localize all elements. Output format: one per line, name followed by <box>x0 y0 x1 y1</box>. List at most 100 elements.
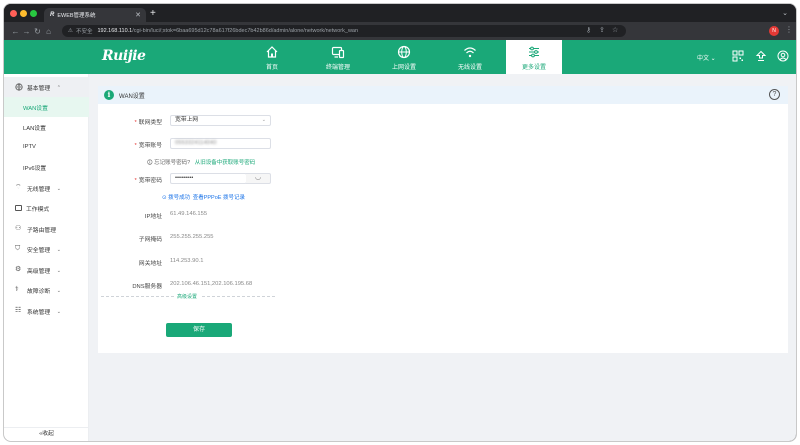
mask-value: 255.255.255.255 <box>170 234 214 240</box>
bookmark-star-icon[interactable]: ☆ <box>612 26 618 34</box>
chevron-down-icon: ⌄ <box>56 186 61 192</box>
sidebar-group-security[interactable]: ⛉ 安全管理 ⌄ <box>4 239 89 259</box>
profile-avatar[interactable]: N <box>769 26 779 36</box>
sidebar-item-label: IPv6设置 <box>23 165 47 172</box>
dial-status-text: 拨号成功 <box>168 195 191 201</box>
ip-value: 61.49.146.155 <box>170 211 208 217</box>
sidebar: 基本管理 ⌃ WAN设置 LAN设置 IPTV IPv6设置 ⌔ 无线管理 ⌄ … <box>4 74 89 441</box>
password-value: ••••••••• <box>175 175 194 181</box>
advanced-divider-left <box>101 296 179 297</box>
advanced-icon: ⚙ <box>15 266 22 273</box>
forward-icon[interactable]: → <box>21 27 32 36</box>
account-label: * 宽带账号 <box>98 140 162 149</box>
sub-router-icon: ⚇ <box>15 225 22 232</box>
shield-icon: ⛉ <box>15 245 21 252</box>
required-mark: * <box>134 178 137 184</box>
sidebar-group-label: 无线管理 <box>27 186 51 193</box>
password-label: * 宽带密码 <box>98 175 162 184</box>
sidebar-group-label: 高级管理 <box>27 268 51 275</box>
warning-icon: ⚠ <box>68 28 73 34</box>
upgrade-icon[interactable] <box>755 50 767 62</box>
nav-home-label: 首页 <box>265 65 278 71</box>
devices-icon <box>331 46 345 59</box>
qr-code-icon[interactable] <box>732 50 744 62</box>
conn-type-value: 宽带上网 <box>175 117 199 123</box>
sidebar-group-label: 工作模式 <box>26 206 50 213</box>
nav-more-settings[interactable]: 更多设置 <box>506 40 562 74</box>
nav-internet[interactable]: 上网设置 <box>376 40 432 74</box>
toggle-password-eye-icon[interactable]: ◡ <box>246 173 271 184</box>
system-icon: ☷ <box>15 307 22 314</box>
sidebar-group-work-mode[interactable]: 工作模式 <box>4 198 89 218</box>
forgot-hint: 🛈 忘记账号密码? 从旧设备中获取账号密码 <box>147 158 255 168</box>
tab-title: EWEB管理系统 <box>57 13 96 19</box>
insecure-label: 不安全 <box>75 29 93 35</box>
dns-value: 202.106.46.151,202.106.195.68 <box>170 281 253 287</box>
account-input[interactable]: 0553324114040 <box>170 138 271 149</box>
sidebar-group-sub-router[interactable]: ⚇ 子路由管理 <box>4 219 89 239</box>
url-host: 192.168.110.1 <box>97 28 133 34</box>
mode-icon <box>15 205 22 211</box>
sidebar-group-label: 基本管理 <box>27 85 51 92</box>
sidebar-item-lan[interactable]: LAN设置 <box>4 117 89 137</box>
ruijie-favicon-icon: R <box>50 12 55 18</box>
advanced-settings-toggle[interactable]: 高级设置 <box>174 293 201 300</box>
password-input[interactable]: ••••••••• <box>170 173 247 184</box>
sidebar-group-wireless[interactable]: ⌔ 无线管理 ⌄ <box>4 178 89 198</box>
maximize-window-button[interactable] <box>30 10 37 17</box>
required-mark: * <box>134 120 137 126</box>
reload-icon[interactable]: ↻ <box>32 27 43 36</box>
get-credentials-link[interactable]: 从旧设备中获取账号密码 <box>195 160 256 166</box>
sidebar-item-label: LAN设置 <box>23 125 46 132</box>
password-label-text: 宽带密码 <box>138 178 162 184</box>
forgot-text: 忘记账号密码? <box>154 160 191 166</box>
collapse-sidebar-button[interactable]: «收起 <box>4 427 89 441</box>
browser-menu-icon[interactable]: ⋮ <box>785 25 793 34</box>
nav-home[interactable]: 首页 <box>244 40 300 74</box>
sidebar-group-basic[interactable]: 基本管理 ⌃ <box>4 77 89 97</box>
nav-devices[interactable]: 终端管理 <box>310 40 366 74</box>
sidebar-item-ipv6[interactable]: IPv6设置 <box>4 157 89 177</box>
back-icon[interactable]: ← <box>10 27 21 36</box>
help-icon[interactable]: ? <box>769 89 780 100</box>
sidebar-item-label: WAN设置 <box>23 105 48 112</box>
sidebar-item-wan[interactable]: WAN设置 <box>4 97 89 117</box>
url-path: /cgi-bin/luci/;stok=6baa695d12c78a617f26… <box>132 28 359 34</box>
key-icon[interactable]: ⚷ <box>586 26 591 34</box>
sidebar-group-system[interactable]: ☷ 系统管理 ⌄ <box>4 301 89 321</box>
info-small-icon: 🛈 <box>147 160 153 166</box>
new-tab-button[interactable]: + <box>150 9 156 19</box>
address-bar[interactable]: ⚠ 不安全 192.168.110.1 /cgi-bin/luci/;stok=… <box>62 25 626 37</box>
sidebar-item-iptv[interactable]: IPTV <box>4 137 89 157</box>
tab-search-icon[interactable]: ⌄ <box>782 9 788 17</box>
sidebar-group-diagnose[interactable]: ⚕ 故障诊断 ⌄ <box>4 280 89 300</box>
chevron-down-icon: ⌄ <box>56 288 61 294</box>
conn-type-select[interactable]: 宽带上网 ⌄ <box>170 115 271 126</box>
ip-label: IP地址 <box>144 214 162 220</box>
close-window-button[interactable] <box>10 10 17 17</box>
language-selector[interactable]: 中文 ⌄ <box>697 53 716 62</box>
browser-tab[interactable]: R EWEB管理系统 ✕ <box>44 8 146 22</box>
user-account-icon[interactable] <box>777 50 789 62</box>
save-button[interactable]: 保存 <box>166 323 232 337</box>
home-browser-icon[interactable]: ⌂ <box>43 27 54 36</box>
wan-settings-panel: i WAN设置 ? * 联网类型 宽带上网 ⌄ * 宽带账号 05533241140… <box>98 86 788 353</box>
sidebar-group-label: 子路由管理 <box>27 227 56 234</box>
page-title: WAN设置 <box>119 93 145 100</box>
ruijie-logo: Ruijie <box>102 48 146 64</box>
advanced-divider-right <box>202 296 275 297</box>
share-icon[interactable]: ⇪ <box>599 26 605 34</box>
globe-icon <box>397 45 411 59</box>
sidebar-group-label: 故障诊断 <box>27 288 51 295</box>
password-field-group: ••••••••• ◡ <box>170 173 271 184</box>
wifi-icon: ⌔ <box>15 184 22 191</box>
tab-close-icon[interactable]: ✕ <box>135 11 141 19</box>
nav-wireless[interactable]: 无线设置 <box>442 40 498 74</box>
pppoe-log-link[interactable]: 查看PPPoE 拨号记录 <box>193 195 245 201</box>
minimize-window-button[interactable] <box>20 10 27 17</box>
sliders-icon <box>529 46 539 58</box>
account-value: 0553324114040 <box>175 140 217 146</box>
wifi-icon <box>464 47 476 58</box>
dns-label: DNS服务器 <box>132 284 162 290</box>
sidebar-group-advanced[interactable]: ⚙ 高级管理 ⌄ <box>4 260 89 280</box>
